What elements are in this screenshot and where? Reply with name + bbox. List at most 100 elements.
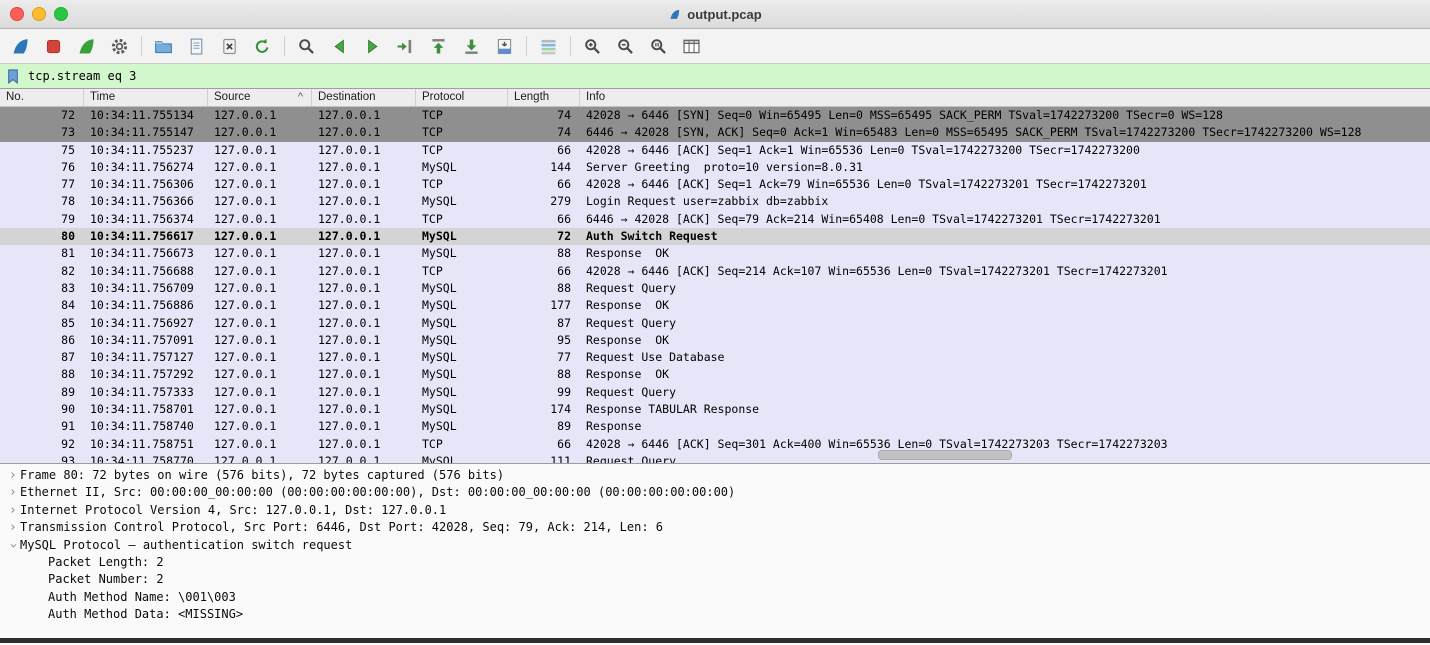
column-header-info[interactable]: Info <box>580 89 1430 106</box>
cell-length: 174 <box>508 401 580 418</box>
cell-protocol: TCP <box>416 124 508 141</box>
packet-row[interactable]: 80 10:34:11.756617 127.0.0.1 127.0.0.1 M… <box>0 228 1430 245</box>
zoom-in-button[interactable] <box>576 32 609 60</box>
colorize-packets-button[interactable] <box>532 32 565 60</box>
cell-time: 10:34:11.756617 <box>84 228 208 245</box>
column-header-length[interactable]: Length <box>508 89 580 106</box>
cell-source: 127.0.0.1 <box>208 159 312 176</box>
cell-destination: 127.0.0.1 <box>312 453 416 463</box>
stop-capture-button[interactable] <box>37 32 70 60</box>
horizontal-scrollbar-thumb[interactable] <box>878 450 1012 460</box>
cell-destination: 127.0.0.1 <box>312 366 416 383</box>
detail-line[interactable]: Packet Number: 2 <box>0 571 1430 588</box>
cell-info: 42028 → 6446 [ACK] Seq=1 Ack=79 Win=6553… <box>580 176 1430 193</box>
disclosure-triangle-icon[interactable] <box>6 537 20 554</box>
zoom-out-button[interactable] <box>609 32 642 60</box>
disclosure-triangle-icon[interactable] <box>6 519 20 536</box>
detail-line[interactable]: Auth Method Data: <MISSING> <box>0 606 1430 623</box>
disclosure-triangle-icon[interactable] <box>6 484 20 501</box>
disclosure-triangle-icon[interactable] <box>6 502 20 519</box>
column-header-no[interactable]: No. <box>0 89 84 106</box>
packet-row[interactable]: 72 10:34:11.755134 127.0.0.1 127.0.0.1 T… <box>0 107 1430 124</box>
cell-time: 10:34:11.758770 <box>84 453 208 463</box>
packet-row[interactable]: 76 10:34:11.756274 127.0.0.1 127.0.0.1 M… <box>0 159 1430 176</box>
detail-line[interactable]: Internet Protocol Version 4, Src: 127.0.… <box>0 502 1430 519</box>
packet-row[interactable]: 86 10:34:11.757091 127.0.0.1 127.0.0.1 M… <box>0 332 1430 349</box>
detail-line[interactable]: Transmission Control Protocol, Src Port:… <box>0 519 1430 536</box>
packet-row[interactable]: 89 10:34:11.757333 127.0.0.1 127.0.0.1 M… <box>0 384 1430 401</box>
cell-source: 127.0.0.1 <box>208 107 312 124</box>
display-filter-bar <box>0 64 1430 89</box>
go-to-packet-button[interactable] <box>389 32 422 60</box>
cell-no: 93 <box>0 453 84 463</box>
reload-file-button[interactable] <box>246 32 279 60</box>
packet-row[interactable]: 73 10:34:11.755147 127.0.0.1 127.0.0.1 T… <box>0 124 1430 141</box>
auto-scroll-button[interactable] <box>488 32 521 60</box>
minimize-button[interactable] <box>32 7 46 21</box>
toolbar-separator <box>141 36 142 56</box>
column-header-source-label: Source <box>214 89 250 106</box>
save-file-button[interactable] <box>180 32 213 60</box>
packet-row[interactable]: 83 10:34:11.756709 127.0.0.1 127.0.0.1 M… <box>0 280 1430 297</box>
capture-options-button[interactable] <box>103 32 136 60</box>
cell-time: 10:34:11.757333 <box>84 384 208 401</box>
restart-capture-button[interactable] <box>70 32 103 60</box>
cell-destination: 127.0.0.1 <box>312 228 416 245</box>
column-header-protocol[interactable]: Protocol <box>416 89 508 106</box>
packet-row[interactable]: 75 10:34:11.755237 127.0.0.1 127.0.0.1 T… <box>0 142 1430 159</box>
cell-destination: 127.0.0.1 <box>312 332 416 349</box>
column-header-destination[interactable]: Destination <box>312 89 416 106</box>
cell-length: 144 <box>508 159 580 176</box>
resize-columns-icon <box>681 36 702 57</box>
detail-line[interactable]: MySQL Protocol — authentication switch r… <box>0 537 1430 554</box>
cell-protocol: MySQL <box>416 418 508 435</box>
disclosure-triangle-icon[interactable] <box>6 467 20 484</box>
packet-row[interactable]: 92 10:34:11.758751 127.0.0.1 127.0.0.1 T… <box>0 436 1430 453</box>
cell-length: 74 <box>508 107 580 124</box>
column-header-time[interactable]: Time <box>84 89 208 106</box>
packet-row[interactable]: 78 10:34:11.756366 127.0.0.1 127.0.0.1 M… <box>0 193 1430 210</box>
next-packet-button[interactable] <box>356 32 389 60</box>
close-file-button[interactable] <box>213 32 246 60</box>
bookmark-icon[interactable] <box>6 68 20 85</box>
cell-protocol: MySQL <box>416 349 508 366</box>
packet-row[interactable]: 88 10:34:11.757292 127.0.0.1 127.0.0.1 M… <box>0 366 1430 383</box>
packet-details-pane: Frame 80: 72 bytes on wire (576 bits), 7… <box>0 463 1430 645</box>
open-file-button[interactable] <box>147 32 180 60</box>
detail-line[interactable]: Packet Length: 2 <box>0 554 1430 571</box>
cell-protocol: TCP <box>416 107 508 124</box>
cell-time: 10:34:11.757127 <box>84 349 208 366</box>
zoom-button[interactable] <box>54 7 68 21</box>
zoom-reset-button[interactable] <box>642 32 675 60</box>
packet-row[interactable]: 93 10:34:11.758770 127.0.0.1 127.0.0.1 M… <box>0 453 1430 463</box>
packet-row[interactable]: 81 10:34:11.756673 127.0.0.1 127.0.0.1 M… <box>0 245 1430 262</box>
restart-capture-fin-icon <box>76 36 97 57</box>
packet-row[interactable]: 77 10:34:11.756306 127.0.0.1 127.0.0.1 T… <box>0 176 1430 193</box>
packet-row[interactable]: 90 10:34:11.758701 127.0.0.1 127.0.0.1 M… <box>0 401 1430 418</box>
detail-line[interactable]: Auth Method Name: \001\003 <box>0 589 1430 606</box>
packet-row[interactable]: 85 10:34:11.756927 127.0.0.1 127.0.0.1 M… <box>0 315 1430 332</box>
first-packet-button[interactable] <box>422 32 455 60</box>
packet-row[interactable]: 91 10:34:11.758740 127.0.0.1 127.0.0.1 M… <box>0 418 1430 435</box>
resize-columns-button[interactable] <box>675 32 708 60</box>
cell-source: 127.0.0.1 <box>208 332 312 349</box>
zoom-in-icon <box>582 36 603 57</box>
packet-row[interactable]: 87 10:34:11.757127 127.0.0.1 127.0.0.1 M… <box>0 349 1430 366</box>
display-filter-input[interactable] <box>28 69 1430 83</box>
column-header-source[interactable]: Source^ <box>208 89 312 106</box>
detail-line[interactable]: Frame 80: 72 bytes on wire (576 bits), 7… <box>0 467 1430 484</box>
packet-row[interactable]: 79 10:34:11.756374 127.0.0.1 127.0.0.1 T… <box>0 211 1430 228</box>
find-packet-button[interactable] <box>290 32 323 60</box>
start-capture-button[interactable] <box>4 32 37 60</box>
detail-text: Frame 80: 72 bytes on wire (576 bits), 7… <box>20 467 504 484</box>
previous-packet-button[interactable] <box>323 32 356 60</box>
gear-icon <box>109 36 130 57</box>
main-toolbar <box>0 29 1430 64</box>
close-button[interactable] <box>10 7 24 21</box>
last-packet-button[interactable] <box>455 32 488 60</box>
packet-row[interactable]: 84 10:34:11.756886 127.0.0.1 127.0.0.1 M… <box>0 297 1430 314</box>
detail-line[interactable]: Ethernet II, Src: 00:00:00_00:00:00 (00:… <box>0 484 1430 501</box>
cell-no: 80 <box>0 228 84 245</box>
packet-row[interactable]: 82 10:34:11.756688 127.0.0.1 127.0.0.1 T… <box>0 263 1430 280</box>
cell-source: 127.0.0.1 <box>208 384 312 401</box>
